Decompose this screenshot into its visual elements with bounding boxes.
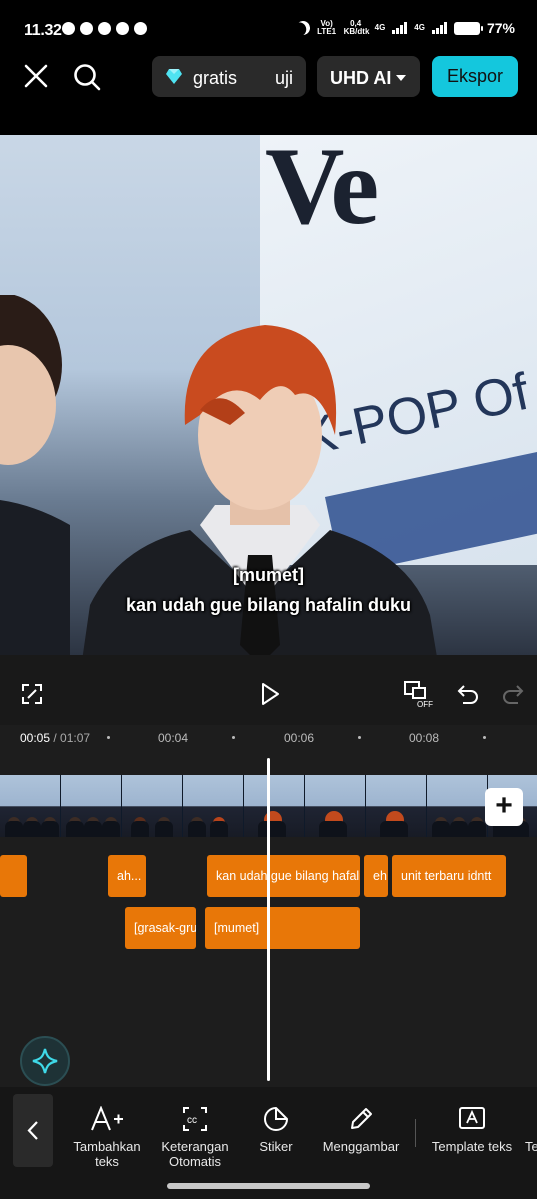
- resolution-label: UHD AI: [330, 68, 392, 88]
- auto-captions-tool[interactable]: cc Keterangan Otomatis: [155, 1105, 235, 1169]
- signal-icon-2: [431, 22, 447, 34]
- status-right: Vo) LTE1 0,4 KB/dtk 4G 4G 77%: [294, 19, 515, 37]
- network-type-1: 4G: [374, 23, 386, 32]
- chevron-left-icon: [27, 1121, 38, 1140]
- net-speed: 0,4 KB/dtk: [343, 19, 370, 36]
- text-clip[interactable]: [mumet]: [205, 907, 360, 949]
- app-icon: [116, 22, 129, 35]
- video-thumbnail: [122, 775, 183, 837]
- ruler-tick: 00:06: [284, 731, 315, 745]
- free-label: gratis: [193, 68, 238, 88]
- backdrop-sign-text: Ve: [265, 135, 379, 247]
- battery-percent: 77%: [486, 20, 515, 36]
- proxy-off-badge: OFF: [417, 700, 433, 708]
- battery-icon: [453, 21, 483, 35]
- snapchat-icon: [80, 22, 93, 35]
- draw-label: Menggambar: [322, 1139, 400, 1154]
- facebook-icon: [62, 22, 75, 35]
- text-clip[interactable]: [0, 855, 27, 897]
- add-text-label: Tambahkan teks: [73, 1139, 141, 1169]
- close-icon[interactable]: [22, 62, 50, 90]
- telegram-icon: [98, 22, 111, 35]
- text-template-icon: [459, 1107, 485, 1129]
- notification-icons: [62, 22, 147, 35]
- video-thumbnail: [0, 775, 61, 837]
- current-time: 00:05: [20, 731, 51, 745]
- video-thumbnail: [183, 775, 244, 837]
- ai-assistant-button[interactable]: [20, 1036, 70, 1086]
- ruler-dot: [107, 736, 110, 739]
- ruler-tick: 00:04: [158, 731, 189, 745]
- text-clip[interactable]: kan udah gue bilang hafalin duku: [207, 855, 360, 897]
- video-thumbnail: [305, 775, 366, 837]
- signal-icon: [392, 22, 408, 34]
- ruler-dot: [483, 736, 486, 739]
- caret-down-icon: [396, 75, 406, 81]
- pencil-icon: [351, 1108, 372, 1129]
- undo-icon[interactable]: [456, 682, 480, 704]
- sticker-label: Stiker: [259, 1139, 293, 1154]
- text-clip[interactable]: ah...: [108, 855, 146, 897]
- text-template-tool[interactable]: Template teks: [424, 1105, 520, 1154]
- free-trial-button[interactable]: gratis uji: [152, 56, 306, 97]
- add-clip-button[interactable]: +: [485, 788, 523, 826]
- ruler-tick: 00:08: [409, 731, 440, 745]
- search-icon[interactable]: [72, 62, 102, 92]
- dnd-moon-icon: [294, 19, 312, 37]
- add-text-icon: [91, 1106, 123, 1131]
- sticker-tool[interactable]: Stiker: [246, 1105, 306, 1154]
- video-thumbnail: [366, 775, 427, 837]
- playhead[interactable]: [267, 758, 270, 1081]
- ruler-dot: [358, 736, 361, 739]
- app-icon-2: [134, 22, 147, 35]
- total-time: 01:07: [60, 731, 91, 745]
- back-button[interactable]: [13, 1094, 53, 1167]
- add-text-tool[interactable]: Tambahkan teks: [66, 1105, 148, 1169]
- status-time: 11.32: [24, 22, 62, 39]
- draw-tool[interactable]: Menggambar: [315, 1105, 407, 1154]
- auto-captions-icon: cc: [183, 1107, 207, 1131]
- menu-divider: [415, 1119, 416, 1147]
- sticker-icon: [264, 1107, 288, 1131]
- proxy-toggle-icon[interactable]: OFF: [403, 680, 435, 708]
- text-clip[interactable]: [grasak-grusuk]: [125, 907, 196, 949]
- subtitle-bottom: kan udah gue bilang hafalin duku: [125, 595, 412, 615]
- redo-icon[interactable]: [501, 682, 525, 704]
- more-tool-label: Te: [525, 1139, 537, 1154]
- playback-controls: OFF: [0, 655, 537, 725]
- home-indicator[interactable]: [167, 1183, 370, 1189]
- diamond-icon: [166, 69, 182, 84]
- video-thumbnail: [61, 775, 122, 837]
- resolution-dropdown[interactable]: UHD AI: [317, 56, 420, 97]
- text-clip[interactable]: unit terbaru idntt: [392, 855, 506, 897]
- ruler-dot: [232, 736, 235, 739]
- time-readout: 00:05 / 01:07: [20, 731, 91, 745]
- text-clip[interactable]: eh..: [364, 855, 388, 897]
- more-tool[interactable]: Te: [525, 1105, 537, 1154]
- play-icon[interactable]: [259, 682, 281, 706]
- volte-indicator: Vo) LTE1: [317, 19, 337, 36]
- editor-toolbar: gratis uji UHD AI Ekspor: [0, 52, 537, 102]
- svg-text:cc: cc: [187, 1115, 197, 1126]
- trial-label: uji: [274, 68, 293, 88]
- video-preview[interactable]: Ve K-POP Of [mumet] kan udah gue bilang …: [0, 135, 537, 655]
- subtitle-top: [mumet]: [233, 565, 304, 585]
- auto-captions-label: Keterangan Otomatis: [161, 1139, 229, 1169]
- status-bar: 11.32 Vo) LTE1 0,4 KB/dtk 4G 4G 77%: [0, 0, 537, 60]
- sparkle-icon: [32, 1048, 58, 1074]
- time-ruler: 00:05 / 01:07 00:04 00:06 00:08: [0, 725, 537, 749]
- export-button[interactable]: Ekspor: [432, 56, 518, 97]
- video-thumbnail: [427, 775, 488, 837]
- text-template-label: Template teks: [431, 1139, 513, 1154]
- video-thumbnail: [244, 775, 305, 837]
- network-type-2: 4G: [414, 23, 425, 32]
- fullscreen-icon[interactable]: [21, 683, 43, 705]
